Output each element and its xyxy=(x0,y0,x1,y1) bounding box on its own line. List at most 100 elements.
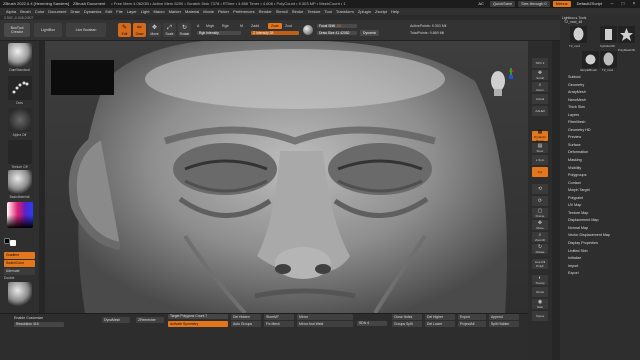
minimize-icon[interactable]: – xyxy=(608,0,616,8)
subpalette-masking[interactable]: Masking xyxy=(568,157,638,165)
actual-button[interactable]: Actual xyxy=(532,94,548,104)
subpalette-thick-skin[interactable]: Thick Skin xyxy=(568,104,638,112)
mirror-and-weld-button[interactable]: Mirror And Weld xyxy=(297,321,353,327)
subpalette-contact[interactable]: Contact xyxy=(568,180,638,188)
subpalette-deformation[interactable]: Deformation xyxy=(568,149,638,157)
a-toggle[interactable]: A xyxy=(197,24,199,28)
subpalette-uv-map[interactable]: UV Map xyxy=(568,202,638,210)
zsub-toggle[interactable]: Zsub xyxy=(268,23,282,29)
spix-button[interactable]: SPix 3 xyxy=(532,58,548,68)
menu-file[interactable]: File xyxy=(116,8,122,15)
move-mode-button[interactable]: ✥ Move xyxy=(148,23,161,37)
enable-customize-button[interactable]: Enable Customize xyxy=(14,316,43,320)
del-higher-button[interactable]: Del Higher xyxy=(425,314,455,320)
subpalette-geometry-hd[interactable]: Geometry HD xyxy=(568,127,638,135)
double-toggle[interactable]: Double xyxy=(4,275,35,280)
menu-stencil[interactable]: Stencil xyxy=(276,8,288,15)
close-holes-button[interactable]: Close Holes xyxy=(392,314,422,320)
local-symmetry-button[interactable]: L.Sym xyxy=(532,155,548,165)
menu-zscript[interactable]: Zscript xyxy=(375,8,387,15)
menu-material[interactable]: Material xyxy=(185,8,199,15)
z-intensity-slider[interactable]: Z Intensity 28 xyxy=(251,31,299,35)
rgb-intensity-slider[interactable]: Rgb Intensity xyxy=(197,31,241,35)
alternate-button[interactable]: Alternate xyxy=(4,268,35,275)
subpalette-polygroups[interactable]: Polygroups xyxy=(568,172,638,180)
color-picker-square[interactable] xyxy=(6,202,33,228)
groups-split-button[interactable]: Groups Split xyxy=(392,321,422,327)
maximize-icon[interactable]: □ xyxy=(619,0,627,8)
draw-size-slider[interactable]: Draw Size 41.42082 xyxy=(317,31,357,35)
draw-mode-button[interactable]: ✏ Draw xyxy=(133,23,146,37)
del-hidden-button[interactable]: Del Hidden xyxy=(231,314,261,320)
subpalette-import[interactable]: Import xyxy=(568,263,638,271)
activate-symmetry-button[interactable]: Activate Symmetry xyxy=(168,321,228,327)
subpalette-subtool[interactable]: Subtool xyxy=(568,74,638,82)
target-polygons-slider[interactable]: Target Polygons Count 7 xyxy=(168,314,228,319)
menu-layer[interactable]: Layer xyxy=(127,8,137,15)
material-selector[interactable]: BasicMaterial xyxy=(4,170,35,199)
zremesher-button[interactable]: ZRemesher xyxy=(136,317,164,323)
dynamic-toggle[interactable]: Dynamic xyxy=(360,30,380,36)
subpalette-geometry[interactable]: Geometry xyxy=(568,82,638,90)
dynamesh-button[interactable]: DynaMesh xyxy=(102,317,130,323)
subpalette-layers[interactable]: Layers xyxy=(568,112,638,120)
store-mt-button[interactable]: StoreMT xyxy=(264,314,294,320)
xpose-button[interactable]: Xpose xyxy=(532,311,548,321)
auto-groups-button[interactable]: Auto Groups xyxy=(231,321,261,327)
menu-stroke[interactable]: Stroke xyxy=(292,8,304,15)
scale-mode-button[interactable]: ⤢ Scale xyxy=(163,23,176,37)
menu-render[interactable]: Render xyxy=(259,8,272,15)
mirror-button[interactable]: Mirror xyxy=(297,314,353,320)
menu-transform[interactable]: Transform xyxy=(336,8,354,15)
fix-mesh-button[interactable]: Fix Mesh xyxy=(264,321,294,327)
polyframe-button[interactable]: Line Fill PolyF xyxy=(532,259,548,269)
menu-draw[interactable]: Draw xyxy=(70,8,79,15)
resolution-slider[interactable]: Resolution 416 xyxy=(14,322,64,327)
alpha-selector[interactable]: Alpha Off xyxy=(4,108,35,137)
spacer-button-1[interactable]: ⟲ xyxy=(532,184,548,194)
subpalette-arraymesh[interactable]: ArrayMesh xyxy=(568,89,638,97)
spacer-button-2[interactable]: ⟳ xyxy=(532,196,548,206)
subpalette-preview[interactable]: Preview xyxy=(568,134,638,142)
del-lower-button[interactable]: Del Lower xyxy=(425,321,455,327)
menu-edit[interactable]: Edit xyxy=(105,8,112,15)
rgb-toggle[interactable]: Rgb xyxy=(222,24,229,28)
ghost-button[interactable]: Ghost xyxy=(532,287,548,297)
subpalette-export[interactable]: Export xyxy=(568,270,638,278)
menu-picker[interactable]: Picker xyxy=(218,8,229,15)
ac-button[interactable]: AC xyxy=(475,1,487,7)
secondary-color-swatch[interactable] xyxy=(10,240,16,246)
tool-tile-cylinder[interactable] xyxy=(600,26,617,43)
close-icon[interactable]: × xyxy=(630,0,638,8)
zoom3d-button[interactable]: ⌕ ZoomD xyxy=(532,232,548,242)
switch-color-button[interactable]: SwitchColor xyxy=(4,260,35,267)
subpalette-texture-map[interactable]: Texture Map xyxy=(568,210,638,218)
brush-selector[interactable]: DamStandard xyxy=(4,43,35,72)
floor-button[interactable]: ▤ Floor xyxy=(532,143,548,153)
sdiv-slider[interactable]: SDiv 4 xyxy=(357,321,387,326)
menu-macro[interactable]: Macro xyxy=(153,8,164,15)
edit-mode-button[interactable]: ✎ Edit xyxy=(118,23,131,37)
aahalf-button[interactable]: AAHalf xyxy=(532,106,548,116)
zoom-button[interactable]: ⌕ Zoom xyxy=(532,82,548,92)
live-boolean-button[interactable]: Live Boolean xyxy=(66,23,106,37)
move-button[interactable]: ✥ Move xyxy=(532,220,548,230)
zcut-toggle[interactable]: Zcut xyxy=(285,24,292,28)
menu-preferences[interactable]: Preferences xyxy=(233,8,255,15)
subpalette-morph-target[interactable]: Morph Target xyxy=(568,187,638,195)
m-toggle[interactable]: M xyxy=(240,24,243,28)
tool-tile-t2-mod-2[interactable] xyxy=(600,51,617,68)
menu-document[interactable]: Document xyxy=(48,8,66,15)
project-all-button[interactable]: ProjectAll xyxy=(458,321,486,327)
append-button[interactable]: Append xyxy=(489,314,519,320)
persp-button[interactable]: ▦ Dynamic Persp xyxy=(532,129,548,143)
menus-button[interactable]: Menus xyxy=(552,1,571,7)
subpalette-surface[interactable]: Surface xyxy=(568,142,638,150)
lightbox-button[interactable]: LightBox xyxy=(34,23,62,37)
frame-button[interactable]: ▢ Frame xyxy=(532,208,548,218)
rotate-button[interactable]: ↻ Rotate xyxy=(532,244,548,254)
subpalette-initialize[interactable]: Initialize xyxy=(568,255,638,263)
gradient-button[interactable]: Gradient xyxy=(4,252,35,259)
subpalette-visibility[interactable]: Visibility xyxy=(568,165,638,173)
tool-tile-t2-mod[interactable] xyxy=(570,26,587,43)
